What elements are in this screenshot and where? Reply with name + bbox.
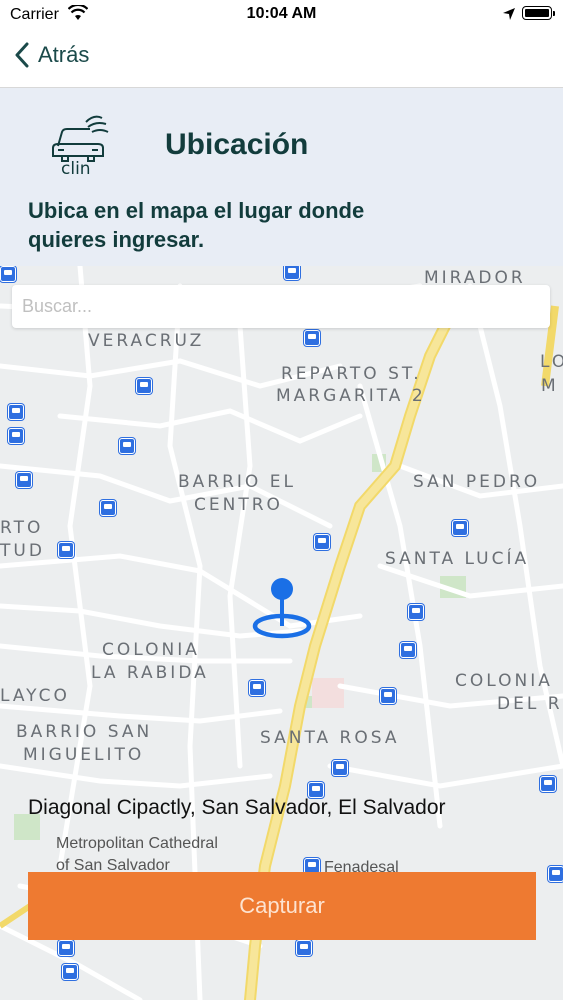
capture-button[interactable]: Capturar xyxy=(28,872,536,940)
bus-stop-icon xyxy=(100,500,116,516)
selected-address: Diagonal Cipactly, San Salvador, El Salv… xyxy=(28,796,446,819)
map-label: LAYCO xyxy=(0,686,70,706)
map-label: LOT xyxy=(540,352,563,372)
back-label: Atrás xyxy=(38,42,90,67)
bus-stop-icon xyxy=(0,266,16,282)
bus-stop-icon xyxy=(8,428,24,444)
chevron-left-icon xyxy=(15,42,29,68)
page-header: clin Ubicación Ubica en el mapa el lugar… xyxy=(0,88,563,266)
page-title: Ubicación xyxy=(165,128,309,161)
battery-icon xyxy=(522,6,552,20)
bus-stop-icon xyxy=(249,680,265,696)
map-label: BARRIO EL xyxy=(178,472,296,492)
bus-stop-icon xyxy=(296,940,312,956)
map-label: MIGUELITO xyxy=(23,745,145,765)
status-bar: Carrier 10:04 AM xyxy=(0,0,563,30)
battery-cap xyxy=(553,11,555,16)
map-label: COLONIA xyxy=(455,671,553,691)
back-button[interactable]: Atrás xyxy=(14,42,89,68)
bus-stop-icon xyxy=(8,404,24,420)
clin-car-logo: clin xyxy=(52,115,109,176)
map-label: RTO xyxy=(0,518,44,538)
bus-stop-icon xyxy=(400,642,416,658)
map-label: LA RABIDA xyxy=(91,663,209,683)
clock: 10:04 AM xyxy=(246,5,317,22)
bus-stop-icon xyxy=(136,378,152,394)
bus-stop-icon xyxy=(380,688,396,704)
bus-stop-icon xyxy=(16,472,32,488)
map-label: REPARTO ST. xyxy=(281,364,422,384)
bus-stop-icon xyxy=(452,520,468,536)
map-label: SAN PEDRO xyxy=(413,472,541,492)
map-label: M xyxy=(541,376,559,396)
poi-label: Metropolitan Cathedral xyxy=(56,835,218,852)
page-subtitle: Ubica en el mapa el lugar donde quieres … xyxy=(28,198,365,252)
navigation-bar: Atrás xyxy=(0,30,563,88)
logo-text: clin xyxy=(61,159,91,176)
bus-stop-icon xyxy=(58,940,74,956)
bus-stop-icon xyxy=(408,604,424,620)
bus-stop-icon xyxy=(284,266,300,280)
map-label: MARGARITA 2 xyxy=(276,386,426,406)
map-label: SANTA ROSA xyxy=(260,728,400,748)
bus-stop-icon xyxy=(304,330,320,346)
map-label: DEL R xyxy=(497,694,563,714)
bus-stop-icon xyxy=(62,964,78,980)
bus-stop-icon xyxy=(119,438,135,454)
map-label: CENTRO xyxy=(194,495,283,515)
map-label: COLONIA xyxy=(102,640,200,660)
location-arrow-icon xyxy=(503,8,515,20)
bus-stop-icon xyxy=(58,542,74,558)
map-label: BARRIO SAN xyxy=(16,722,153,742)
map-label: TUD xyxy=(0,541,45,561)
bus-stop-icon xyxy=(314,534,330,550)
search-input[interactable] xyxy=(12,285,550,328)
map-label: SANTA LUCÍA xyxy=(385,549,530,569)
bus-stop-icon xyxy=(540,776,556,792)
bus-stop-icon xyxy=(332,760,348,776)
location-pin-icon[interactable] xyxy=(251,576,313,640)
bus-stop-icon xyxy=(548,866,563,882)
map-label: VERACRUZ xyxy=(88,331,205,351)
